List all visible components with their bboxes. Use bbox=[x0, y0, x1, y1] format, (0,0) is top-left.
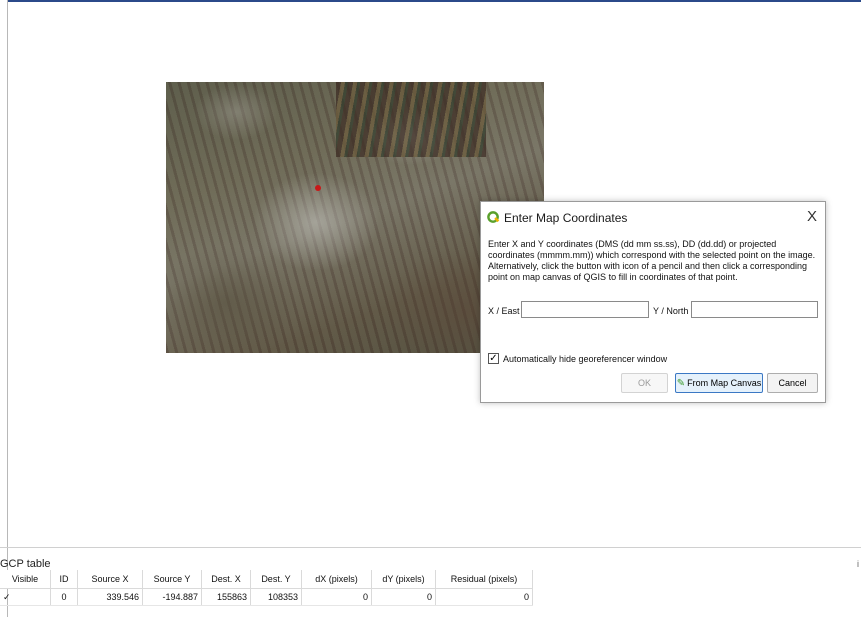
column-header[interactable]: Dest. Y bbox=[250, 570, 302, 589]
qgis-logo-icon bbox=[487, 211, 500, 223]
enter-map-coordinates-dialog: Enter Map Coordinates X Enter X and Y co… bbox=[480, 201, 826, 403]
left-panel-strip bbox=[0, 0, 8, 617]
dialog-title: Enter Map Coordinates bbox=[504, 211, 628, 225]
source-y-cell[interactable]: -194.887 bbox=[142, 588, 202, 606]
gcp-table-title: GCP table bbox=[0, 558, 51, 570]
column-header[interactable]: Visible bbox=[0, 570, 51, 589]
column-header[interactable]: Residual (pixels) bbox=[435, 570, 533, 589]
close-icon[interactable]: X bbox=[807, 208, 817, 225]
gcp-panel-divider[interactable] bbox=[0, 547, 861, 548]
gcp-panel-edge-marker: i bbox=[857, 559, 859, 569]
source-x-cell[interactable]: 339.546 bbox=[77, 588, 143, 606]
dx-cell: 0 bbox=[301, 588, 372, 606]
from-map-canvas-button[interactable]: ✎ From Map Canvas bbox=[675, 373, 763, 393]
y-north-label: Y / North bbox=[653, 306, 689, 316]
residual-cell: 0 bbox=[435, 588, 533, 606]
auto-hide-checkbox[interactable]: ✓ bbox=[488, 353, 499, 364]
dialog-titlebar[interactable]: Enter Map Coordinates X bbox=[481, 202, 825, 234]
column-header[interactable]: Source X bbox=[77, 570, 143, 589]
column-header[interactable]: dY (pixels) bbox=[371, 570, 436, 589]
auto-hide-checkbox-label: Automatically hide georeferencer window bbox=[503, 354, 668, 364]
dest-y-cell[interactable]: 108353 bbox=[250, 588, 302, 606]
pencil-icon: ✎ bbox=[676, 378, 686, 389]
from-map-canvas-label: From Map Canvas bbox=[687, 378, 762, 388]
gcp-point-marker[interactable] bbox=[315, 185, 321, 191]
column-header[interactable]: Dest. X bbox=[201, 570, 251, 589]
column-header[interactable]: dX (pixels) bbox=[301, 570, 372, 589]
gcp-id-cell[interactable]: 0 bbox=[50, 588, 78, 606]
x-east-label: X / East bbox=[488, 306, 520, 316]
visible-checkbox[interactable]: ✓ bbox=[0, 588, 51, 606]
x-east-input[interactable] bbox=[521, 301, 649, 318]
dy-cell: 0 bbox=[371, 588, 436, 606]
dest-x-cell[interactable]: 155863 bbox=[201, 588, 251, 606]
gcp-table: Visible ID Source X Source Y Dest. X Des… bbox=[0, 570, 533, 606]
column-header[interactable]: Source Y bbox=[142, 570, 202, 589]
column-header[interactable]: ID bbox=[50, 570, 78, 589]
cancel-button[interactable]: Cancel bbox=[767, 373, 818, 393]
table-row[interactable]: ✓ 0 339.546 -194.887 155863 108353 0 0 0 bbox=[0, 588, 533, 606]
dialog-instructions: Enter X and Y coordinates (DMS (dd mm ss… bbox=[488, 239, 816, 282]
gcp-header-row: Visible ID Source X Source Y Dest. X Des… bbox=[0, 570, 533, 589]
y-north-input[interactable] bbox=[691, 301, 818, 318]
ok-button[interactable]: OK bbox=[621, 373, 668, 393]
raster-field-pattern bbox=[336, 82, 486, 157]
